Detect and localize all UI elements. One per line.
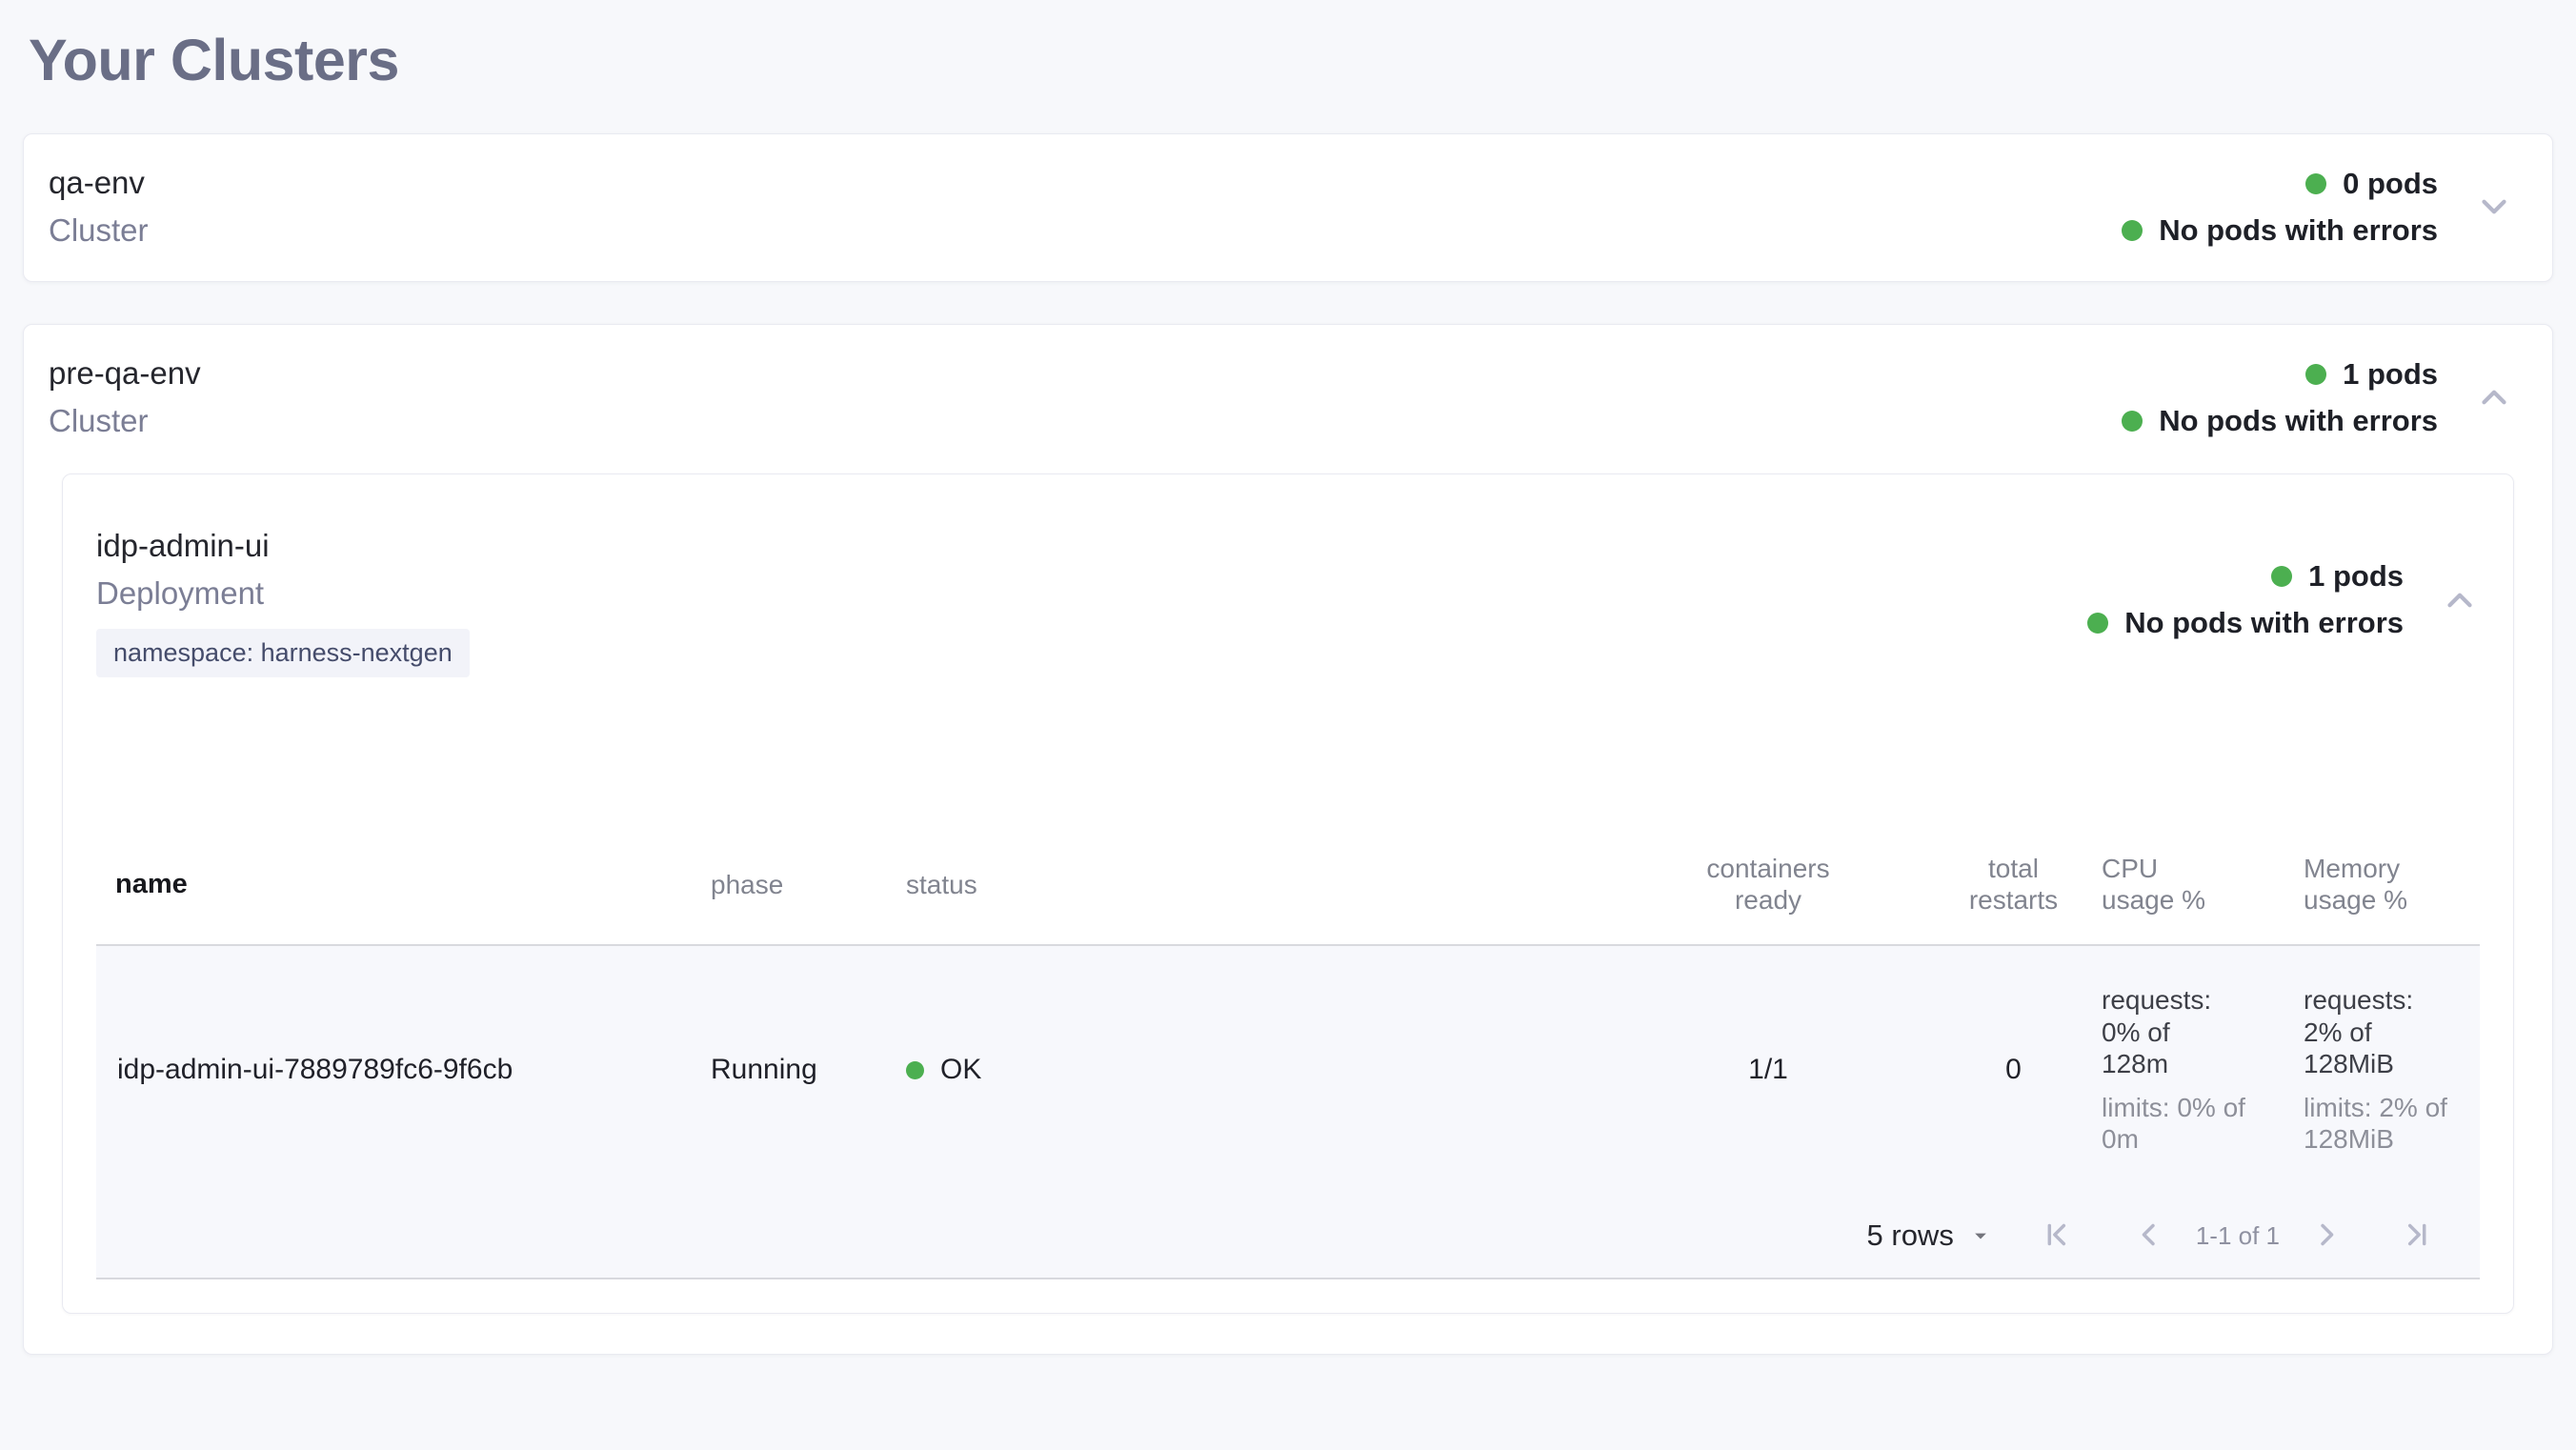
- pods-table: name phase status containers ready total…: [96, 828, 2480, 1279]
- table-row: idp-admin-ui-7889789fc6-9f6cb Running OK…: [96, 946, 2480, 1194]
- pod-status-cell: OK: [906, 1054, 1611, 1086]
- first-page-button[interactable]: [2040, 1217, 2076, 1256]
- pods-errors-label: No pods with errors: [2159, 399, 2438, 443]
- clusters-page: Your Clusters qa-env Cluster 0 pods No p…: [0, 0, 2576, 1370]
- cpu-limits: limits: 0% of 0m: [2102, 1092, 2252, 1156]
- cluster-identity: qa-env Cluster: [49, 159, 149, 254]
- rows-per-page-select[interactable]: 5 rows: [1867, 1218, 1994, 1253]
- cluster-kind: Cluster: [49, 397, 201, 445]
- pod-memory-usage-cell: requests: 2% of 128MiB limits: 2% of 128…: [2304, 984, 2480, 1156]
- chevron-up-icon[interactable]: [2474, 377, 2514, 417]
- column-header-name: name: [96, 868, 711, 900]
- pod-name-cell: idp-admin-ui-7889789fc6-9f6cb: [96, 1054, 711, 1086]
- green-status-dot: [2087, 613, 2108, 634]
- pods-errors-status: No pods with errors: [2087, 601, 2404, 645]
- pods-count-status: 1 pods: [2271, 554, 2404, 598]
- green-status-dot: [906, 1061, 924, 1079]
- pod-cpu-usage-cell: requests: 0% of 128m limits: 0% of 0m: [2102, 984, 2304, 1156]
- column-header-phase: phase: [711, 869, 906, 900]
- chevron-down-icon[interactable]: [2474, 187, 2514, 227]
- cluster-kind: Cluster: [49, 207, 149, 254]
- rows-per-page-value: 5 rows: [1867, 1218, 1954, 1253]
- green-status-dot: [2122, 411, 2143, 432]
- cluster-name: qa-env: [49, 159, 149, 207]
- green-status-dot: [2305, 364, 2326, 385]
- pod-phase-cell: Running: [711, 1054, 906, 1086]
- column-header-status: status: [906, 869, 1611, 900]
- pod-status-label: OK: [940, 1054, 981, 1086]
- deployment-kind: Deployment: [96, 570, 470, 617]
- pods-count-label: 1 pods: [2343, 352, 2438, 396]
- deployment-card-idp-admin-ui: idp-admin-ui Deployment namespace: harne…: [62, 473, 2514, 1314]
- chevron-left-icon: [2131, 1217, 2167, 1256]
- column-header-containers-ready: containers ready: [1611, 853, 1925, 916]
- pod-containers-ready-cell: 1/1: [1611, 1054, 1925, 1086]
- pod-total-restarts-cell: 0: [1925, 1054, 2102, 1086]
- deployment-header[interactable]: idp-admin-ui Deployment namespace: harne…: [96, 522, 2480, 677]
- cpu-requests: requests: 0% of 128m: [2102, 984, 2240, 1080]
- cluster-header-qa-env[interactable]: qa-env Cluster 0 pods No pods with error…: [24, 134, 2552, 281]
- chevron-up-icon[interactable]: [2440, 580, 2480, 620]
- column-header-total-restarts: total restarts: [1925, 853, 2102, 916]
- pods-count-label: 1 pods: [2308, 554, 2404, 598]
- cluster-status-summary: 0 pods No pods with errors: [2122, 162, 2438, 252]
- cluster-identity: pre-qa-env Cluster: [49, 350, 201, 445]
- namespace-badge: namespace: harness-nextgen: [96, 629, 470, 677]
- green-status-dot: [2305, 173, 2326, 194]
- memory-requests: requests: 2% of 128MiB: [2304, 984, 2442, 1080]
- green-status-dot: [2271, 566, 2292, 587]
- pods-count-label: 0 pods: [2343, 162, 2438, 206]
- pods-count-status: 1 pods: [2305, 352, 2438, 396]
- table-pagination: 5 rows: [96, 1194, 2480, 1278]
- deployment-identity: idp-admin-ui Deployment namespace: harne…: [96, 522, 470, 677]
- cluster-card-pre-qa-env: pre-qa-env Cluster 1 pods No pods with e…: [23, 324, 2553, 1355]
- cluster-name: pre-qa-env: [49, 350, 201, 397]
- chevron-right-icon: [2308, 1217, 2345, 1256]
- caret-down-icon: [1967, 1222, 1994, 1249]
- pods-count-status: 0 pods: [2305, 162, 2438, 206]
- previous-page-button[interactable]: [2131, 1217, 2167, 1256]
- column-header-memory-usage: Memory usage %: [2304, 853, 2480, 916]
- last-page-button[interactable]: [2398, 1217, 2434, 1256]
- cluster-status-summary: 1 pods No pods with errors: [2122, 352, 2438, 443]
- last-page-icon: [2398, 1217, 2434, 1256]
- deployment-status-summary: 1 pods No pods with errors: [2087, 554, 2404, 645]
- pods-errors-label: No pods with errors: [2159, 209, 2438, 252]
- next-page-button[interactable]: [2308, 1217, 2345, 1256]
- pods-errors-label: No pods with errors: [2124, 601, 2404, 645]
- page-title: Your Clusters: [29, 27, 2553, 93]
- column-header-cpu-usage: CPU usage %: [2102, 853, 2304, 916]
- cluster-card-qa-env: qa-env Cluster 0 pods No pods with error…: [23, 133, 2553, 282]
- cluster-header-pre-qa-env[interactable]: pre-qa-env Cluster 1 pods No pods with e…: [24, 325, 2552, 472]
- pods-table-header: name phase status containers ready total…: [96, 828, 2480, 946]
- memory-limits: limits: 2% of 128MiB: [2304, 1092, 2454, 1156]
- pagination-range-label: 1-1 of 1: [2196, 1221, 2280, 1251]
- pods-errors-status: No pods with errors: [2122, 399, 2438, 443]
- pods-errors-status: No pods with errors: [2122, 209, 2438, 252]
- first-page-icon: [2040, 1217, 2076, 1256]
- deployment-name: idp-admin-ui: [96, 522, 470, 570]
- green-status-dot: [2122, 220, 2143, 241]
